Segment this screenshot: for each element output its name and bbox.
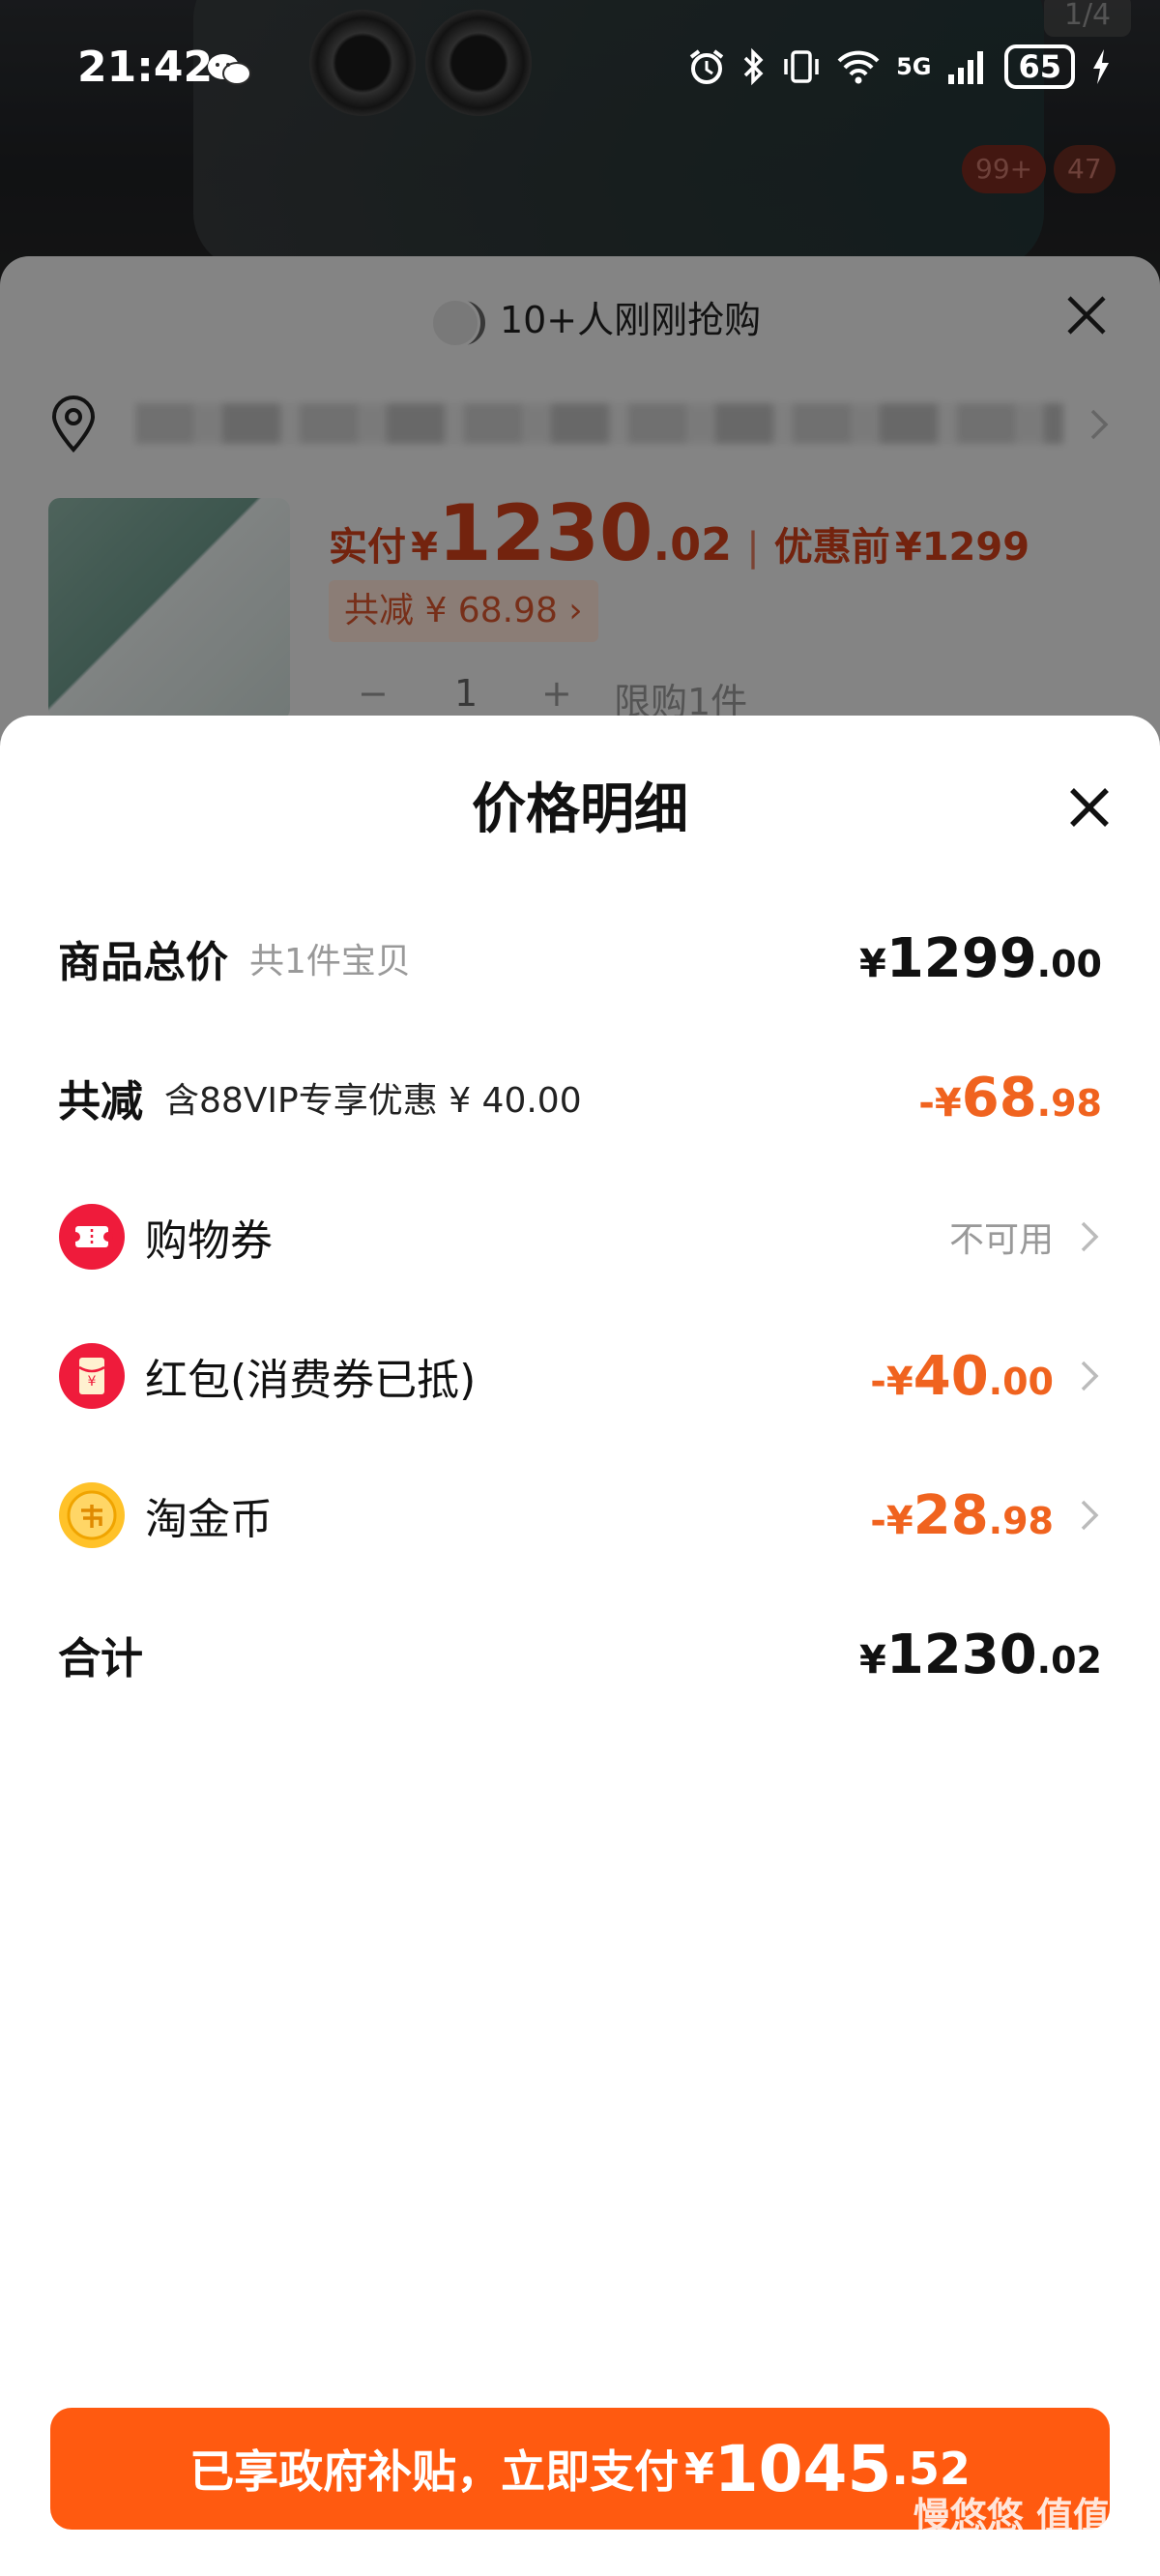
- row-taojinbi[interactable]: 淘金币 -¥28.98: [58, 1472, 1102, 1559]
- chevron-right-icon: [1081, 1361, 1099, 1391]
- row-grand-total: 合计 ¥1230.02: [58, 1611, 1102, 1698]
- red-packet-icon: ¥: [59, 1343, 125, 1409]
- row-amount: ¥1230.02: [858, 1623, 1102, 1686]
- status-time: 21:42: [77, 43, 214, 92]
- row-label: 淘金币: [145, 1495, 273, 1544]
- screen: 1/4 99+ 47 21:42 5G 65 10+人刚刚抢购 实付 ¥1230…: [0, 0, 1160, 2576]
- wifi-icon: [837, 50, 880, 84]
- bluetooth-icon: [743, 47, 764, 86]
- sheet-title: 价格明细: [472, 778, 688, 841]
- coupon-status: 不可用: [948, 1220, 1054, 1260]
- row-label: 合计: [58, 1634, 143, 1683]
- chevron-right-icon: [1081, 1500, 1099, 1531]
- row-amount: -¥40.00: [870, 1344, 1054, 1408]
- pay-button-label: 已享政府补贴，立即支付: [189, 2445, 680, 2498]
- row-total-goods: 商品总价 共1件宝贝 ¥1299.00: [58, 915, 1102, 1002]
- signal-icon: [948, 51, 984, 84]
- svg-text:¥: ¥: [88, 1374, 97, 1390]
- vibrate-icon: [784, 50, 819, 83]
- price-detail-sheet: 价格明细 商品总价 共1件宝贝 ¥1299.00 共减 含88VIP专享优惠 ¥…: [0, 716, 1160, 2576]
- alarm-icon: [689, 49, 724, 84]
- pay-button-amount-integer: 1045: [713, 2431, 892, 2506]
- chevron-right-icon: [1081, 1221, 1099, 1252]
- gold-coin-icon: [59, 1482, 125, 1548]
- row-label: 购物券: [145, 1216, 273, 1266]
- watermark: 慢悠悠 值值值 zhizhizhi.com: [914, 2486, 1146, 2562]
- watermark-line1: 慢悠悠 值值值: [913, 2495, 1146, 2537]
- row-sublabel: 含88VIP专享优惠 ¥ 40.00: [164, 1081, 582, 1121]
- row-amount: -¥68.98: [918, 1066, 1102, 1129]
- row-sublabel: 共1件宝贝: [249, 942, 411, 981]
- row-label: 共减: [58, 1077, 143, 1127]
- wechat-icon: [208, 54, 251, 85]
- close-icon[interactable]: [1067, 785, 1112, 830]
- row-label: 商品总价: [58, 938, 228, 987]
- row-amount: ¥1299.00: [858, 926, 1102, 990]
- charging-icon: [1093, 49, 1109, 84]
- pay-button-currency: ¥: [684, 2444, 714, 2494]
- battery-icon: 65: [1004, 44, 1075, 89]
- row-amount: -¥28.98: [870, 1483, 1054, 1547]
- network-type: 5G: [896, 53, 932, 80]
- row-label: 红包(消费券已抵): [145, 1356, 477, 1405]
- watermark-line2: zhizhizhi.com: [1002, 2539, 1146, 2562]
- row-total-discount: 共减 含88VIP专享优惠 ¥ 40.00 -¥68.98: [58, 1054, 1102, 1141]
- coupon-icon: [59, 1204, 125, 1270]
- status-bar: 21:42 5G 65: [0, 0, 1160, 145]
- status-icons: 5G 65: [687, 44, 1112, 89]
- row-shopping-coupon[interactable]: 购物券 不可用: [58, 1193, 1102, 1280]
- row-red-packet[interactable]: ¥ 红包(消费券已抵) -¥40.00: [58, 1332, 1102, 1420]
